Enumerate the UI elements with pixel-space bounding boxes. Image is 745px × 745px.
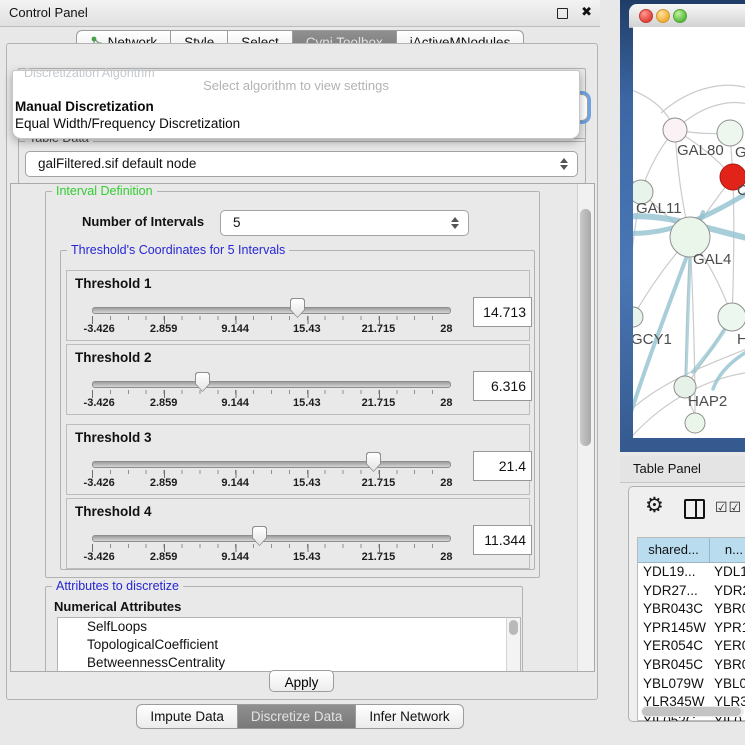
table-row[interactable]: YBR045CYBR0 — [638, 656, 745, 675]
node-label-gal80: GAL80 — [677, 142, 724, 159]
combo-arrows-icon — [451, 216, 459, 230]
screenshot-root: Control Panel ✖ Network Style Select Cyn… — [0, 0, 745, 745]
threshold-3-slider-track[interactable] — [92, 461, 451, 468]
table-row[interactable]: YBL079WYBL0 — [638, 675, 745, 694]
control-panel-title: Control Panel — [9, 5, 88, 20]
node-right-mid[interactable] — [718, 303, 745, 331]
apply-button[interactable]: Apply — [269, 670, 334, 692]
threshold-4-label: Threshold 4 — [75, 504, 152, 519]
settings-scroll-viewport: Interval Definition Number of Intervals … — [10, 183, 595, 672]
algorithm-hint: Select algorithm to view settings — [13, 78, 579, 93]
threshold-4-slider-thumb[interactable] — [252, 526, 267, 546]
table-data-combo-value: galFiltered.sif default node — [38, 152, 196, 176]
threshold-4-value-field[interactable]: 11.344 — [473, 525, 532, 555]
threshold-3-value-field[interactable]: 21.4 — [473, 451, 532, 481]
interval-definition-group: Interval Definition Number of Intervals … — [45, 191, 540, 578]
numerical-attributes-label: Numerical Attributes — [54, 599, 181, 614]
cyni-bottom-tabs: Impute Data Discretize Data Infer Networ… — [0, 704, 600, 729]
threshold-2-value-field[interactable]: 6.316 — [473, 371, 532, 401]
list-item[interactable]: SelfLoops — [58, 618, 520, 636]
threshold-2-label: Threshold 2 — [75, 350, 152, 365]
close-panel-icon[interactable]: ✖ — [581, 4, 592, 20]
node-bottom-partial[interactable] — [685, 413, 705, 433]
table-data-combo[interactable]: galFiltered.sif default node — [25, 151, 578, 177]
node-label-hap2: HAP2 — [688, 393, 727, 410]
table-header-row: shared... n... — [638, 538, 745, 563]
settings-scrollbar[interactable] — [577, 184, 594, 671]
interval-definition-label: Interval Definition — [52, 184, 157, 198]
number-of-intervals-combo[interactable]: 5 — [220, 210, 469, 236]
control-panel-titlebar: Control Panel ✖ — [0, 0, 600, 27]
threshold-3-slider-thumb[interactable] — [366, 452, 381, 472]
table-row[interactable]: YER054CYER0 — [638, 637, 745, 656]
number-of-intervals-label: Number of Intervals — [82, 214, 204, 229]
minimize-window-icon[interactable] — [656, 9, 670, 23]
column-header-name[interactable]: n... — [710, 538, 745, 562]
node-gcy1[interactable] — [633, 307, 643, 327]
number-of-intervals-value: 5 — [233, 211, 241, 235]
node-label-h: H — [737, 331, 745, 348]
zoom-window-icon[interactable] — [673, 9, 687, 23]
threshold-2-row: Threshold 2 -3.426 2.859 9.144 15.43 21.… — [66, 344, 530, 415]
table-data-group: Table Data galFiltered.sif default node — [18, 138, 586, 184]
network-canvas[interactable]: GAL80 G. C GAL11 GAL4 GCY1 H HAP2 — [633, 27, 745, 438]
table-panel-title: Table Panel — [633, 461, 701, 476]
threshold-1-label: Threshold 1 — [75, 276, 152, 291]
thresholds-group: Threshold's Coordinates for 5 Intervals … — [60, 250, 535, 570]
table-row[interactable]: YBR043CYBR0 — [638, 600, 745, 619]
threshold-3-row: Threshold 3 -3.426 2.859 9.144 15.43 21.… — [66, 424, 530, 495]
column-header-shared[interactable]: shared... — [638, 538, 710, 562]
list-scrollbar[interactable] — [506, 618, 520, 672]
attributes-group: Attributes to discretize Numerical Attri… — [45, 586, 523, 672]
threshold-4-slider-track[interactable] — [92, 535, 451, 542]
threshold-3-label: Threshold 3 — [75, 430, 152, 445]
node-label-gal4: GAL4 — [693, 251, 731, 268]
menu-item-equal-width-frequency[interactable]: Equal Width/Frequency Discretization — [15, 116, 240, 131]
algorithm-dropdown-popup: Select algorithm to view settings Manual… — [12, 70, 580, 139]
network-window-titlebar[interactable] — [629, 4, 745, 28]
tab-infer-network[interactable]: Infer Network — [355, 704, 463, 729]
tab-impute-data[interactable]: Impute Data — [136, 704, 238, 729]
combo-arrows-icon — [560, 157, 568, 171]
node-label-g: G. — [735, 144, 745, 161]
close-window-icon[interactable] — [639, 9, 653, 23]
attributes-group-label: Attributes to discretize — [52, 579, 183, 593]
node-label-gcy1: GCY1 — [633, 331, 672, 348]
network-view-window: GAL80 G. C GAL11 GAL4 GCY1 H HAP2 — [620, 0, 745, 452]
node-attribute-table: shared... n... YDL19...YDL1 YDR27...YDR2… — [637, 537, 745, 721]
table-panel: ⚙ ☑☑ shared... n... YDL19...YDL1 YDR27..… — [628, 486, 745, 722]
threshold-2-slider-thumb[interactable] — [195, 372, 210, 392]
numerical-attributes-list[interactable]: SelfLoops TopologicalCoefficient Between… — [57, 617, 521, 672]
threshold-4-row: Threshold 4 -3.426 2.859 9.144 15.43 21.… — [66, 498, 530, 569]
tab-discretize-data[interactable]: Discretize Data — [237, 704, 357, 729]
table-horizontal-scrollbar[interactable] — [641, 706, 744, 717]
table-panel-titlebar: Table Panel — [620, 456, 745, 483]
discretization-algorithm-group-label: Discretization Algorithm — [24, 66, 155, 80]
node-label-gal11: GAL11 — [636, 200, 682, 217]
select-columns-icon[interactable]: ☑☑ — [715, 499, 742, 516]
table-row[interactable]: YPR145WYPR1 — [638, 619, 745, 638]
threshold-1-slider-track[interactable] — [92, 307, 451, 314]
gear-icon[interactable]: ⚙ — [645, 495, 664, 517]
column-layout-icon[interactable] — [684, 499, 705, 519]
table-row[interactable]: YDL19...YDL1 — [638, 563, 745, 582]
threshold-2-slider-track[interactable] — [92, 381, 451, 388]
menu-item-manual-discretization[interactable]: Manual Discretization — [15, 99, 154, 114]
node-label-c: C — [737, 182, 745, 199]
threshold-1-slider-thumb[interactable] — [290, 298, 305, 318]
threshold-1-row: Threshold 1 -3.426 2.859 9.144 15.43 21.… — [66, 270, 530, 341]
settings-scrollbar-thumb[interactable] — [580, 209, 591, 446]
threshold-1-value-field[interactable]: 14.713 — [473, 297, 532, 327]
network-graph: GAL80 G. C GAL11 GAL4 GCY1 H HAP2 — [633, 27, 745, 438]
list-item[interactable]: TopologicalCoefficient — [58, 636, 520, 654]
float-window-icon[interactable] — [557, 8, 568, 19]
thresholds-group-label: Threshold's Coordinates for 5 Intervals — [67, 243, 289, 257]
table-row[interactable]: YDR27...YDR2 — [638, 582, 745, 601]
node-gal80[interactable] — [663, 118, 687, 142]
